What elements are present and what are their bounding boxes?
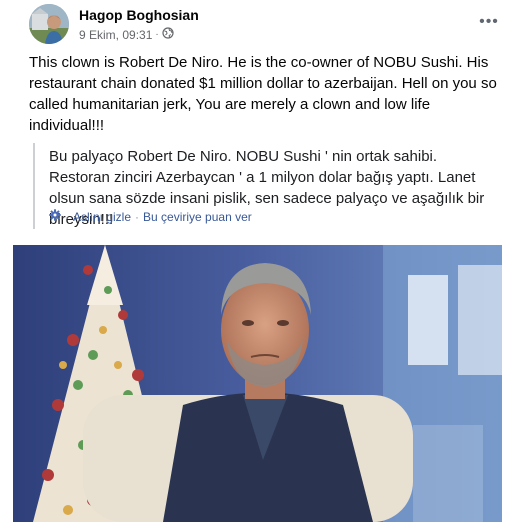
action-separator: · (135, 209, 140, 224)
post-photo[interactable] (13, 245, 502, 522)
translation-actions: · Aslını gizle · Bu çeviriye puan ver (49, 209, 252, 224)
rate-translation-link[interactable]: Bu çeviriye puan ver (143, 210, 252, 224)
meta-separator: · (155, 29, 159, 40)
hide-original-link[interactable]: Aslını gizle (73, 210, 131, 224)
action-separator: · (65, 209, 69, 224)
post-meta: 9 Ekim, 09:31 · (79, 27, 174, 42)
translation-block: Bu palyaço Robert De Niro. NOBU Sushi ' … (33, 143, 501, 229)
post-header: Hagop Boghosian 9 Ekim, 09:31 · ••• (29, 4, 509, 44)
post-timestamp[interactable]: 9 Ekim, 09:31 (79, 28, 152, 42)
gear-icon[interactable] (49, 209, 61, 224)
avatar[interactable] (29, 4, 69, 44)
post-body: This clown is Robert De Niro. He is the … (29, 54, 497, 134)
more-options-icon[interactable]: ••• (475, 10, 503, 34)
author-name[interactable]: Hagop Boghosian (79, 7, 199, 23)
globe-icon[interactable] (162, 27, 174, 42)
facebook-post: Hagop Boghosian 9 Ekim, 09:31 · ••• This… (0, 0, 515, 522)
